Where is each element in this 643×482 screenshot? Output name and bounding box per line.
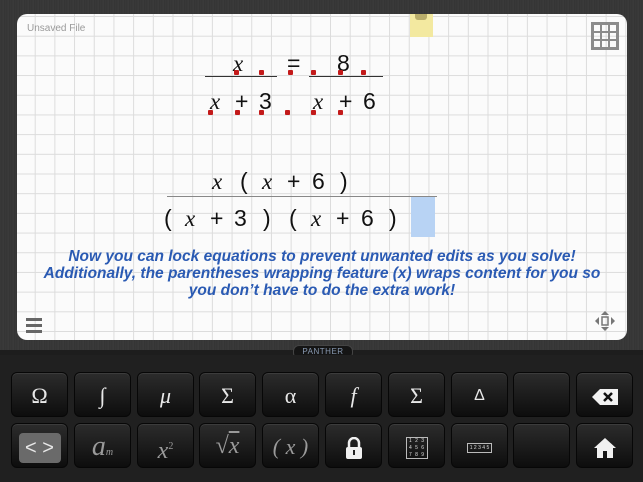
input-cursor-cell[interactable]	[411, 197, 435, 237]
move-icon[interactable]	[594, 310, 616, 332]
eq2-row2-op1[interactable]: +	[210, 207, 223, 230]
note-fold-icon	[415, 14, 427, 20]
eq2-row2-close-paren-2[interactable]: )	[389, 207, 397, 230]
grid-paper-canvas[interactable]: Unsaved File x = 8 x + 3 x + 6 x ( x + 6…	[17, 14, 627, 340]
backspace-icon	[591, 389, 618, 406]
lock-marker	[235, 110, 240, 115]
key-blank-2[interactable]	[513, 423, 570, 468]
sticky-note-tab[interactable]	[410, 14, 433, 37]
multiplication-bar	[167, 196, 437, 197]
key-delta[interactable]: Δ	[451, 372, 508, 417]
lock-marker	[208, 110, 213, 115]
file-name-label: Unsaved File	[27, 23, 86, 34]
subscript-index: m	[105, 447, 114, 458]
eq-den-right-num[interactable]: 6	[363, 90, 376, 113]
menu-icon[interactable]	[26, 318, 42, 336]
math-keyboard: Ω ∫ μ Σ α f Σ Δ < > am x2 √x ( x ) 1 2 3…	[0, 355, 643, 482]
eq2-row2-open-paren-1[interactable]: (	[164, 207, 172, 230]
home-key[interactable]	[576, 423, 633, 468]
eq2-row2-num2[interactable]: 6	[361, 207, 374, 230]
key-paren-wrap[interactable]: ( x )	[262, 423, 319, 468]
eq2-row1-op[interactable]: +	[287, 170, 300, 193]
key-integral[interactable]: ∫	[74, 372, 131, 417]
fraction-bar-right	[309, 76, 383, 77]
lock-key[interactable]	[325, 423, 382, 468]
lock-marker	[285, 110, 290, 115]
key-sigma[interactable]: Σ	[199, 372, 256, 417]
backspace-key[interactable]	[576, 372, 633, 417]
key-mu[interactable]: μ	[137, 372, 194, 417]
cursor-keys[interactable]: < >	[11, 423, 68, 468]
subscript-base: a	[91, 431, 106, 462]
number-line-key[interactable]: 1 2 3 4 5	[451, 423, 508, 468]
sqrt-radicand: x	[228, 433, 240, 459]
eq2-row1-open-paren[interactable]: (	[240, 170, 248, 193]
lock-icon	[345, 437, 362, 460]
lock-marker	[338, 70, 343, 75]
numpad-icon: 1 2 3 4 5 6 7 8 9	[405, 437, 428, 460]
grid-view-icon[interactable]	[591, 22, 619, 50]
power-base: x	[157, 438, 169, 464]
lock-marker	[259, 70, 264, 75]
lock-marker	[338, 110, 343, 115]
key-function[interactable]: f	[325, 372, 382, 417]
lock-marker	[311, 70, 316, 75]
eq2-row1-close-paren[interactable]: )	[340, 170, 348, 193]
eq2-row1-num[interactable]: 6	[312, 170, 325, 193]
number-line-icon: 1 2 3 4 5	[466, 443, 493, 454]
lock-marker	[259, 110, 264, 115]
key-power[interactable]: x2	[137, 423, 194, 468]
eq2-row2-var1[interactable]: x	[185, 207, 195, 230]
eq2-row2-num1[interactable]: 3	[234, 207, 247, 230]
eq2-row2-op2[interactable]: +	[336, 207, 349, 230]
lock-marker	[311, 110, 316, 115]
eq2-row1-var2[interactable]: x	[262, 170, 272, 193]
feature-info-text: Now you can lock equations to prevent un…	[43, 248, 601, 299]
lock-marker	[288, 70, 293, 75]
sqrt-sign: √	[215, 433, 229, 459]
eq2-row1-var1[interactable]: x	[212, 170, 222, 193]
eq2-row2-var2[interactable]: x	[311, 207, 321, 230]
power-exponent: 2	[168, 441, 174, 452]
key-alpha[interactable]: α	[262, 372, 319, 417]
key-subscript[interactable]: am	[74, 423, 131, 468]
home-icon	[593, 438, 616, 459]
lock-marker	[361, 70, 366, 75]
key-blank[interactable]	[513, 372, 570, 417]
eq2-row2-open-paren-2[interactable]: (	[289, 207, 297, 230]
lock-marker	[234, 70, 239, 75]
numpad-key[interactable]: 1 2 3 4 5 6 7 8 9	[388, 423, 445, 468]
key-square-root[interactable]: √x	[199, 423, 256, 468]
key-summation[interactable]: Σ	[388, 372, 445, 417]
cursor-keys-label: < >	[18, 433, 61, 464]
fraction-bar-left	[205, 76, 277, 77]
eq2-row2-close-paren-1[interactable]: )	[263, 207, 271, 230]
app-frame: Unsaved File x = 8 x + 3 x + 6 x ( x + 6…	[0, 0, 643, 350]
key-omega[interactable]: Ω	[11, 372, 68, 417]
